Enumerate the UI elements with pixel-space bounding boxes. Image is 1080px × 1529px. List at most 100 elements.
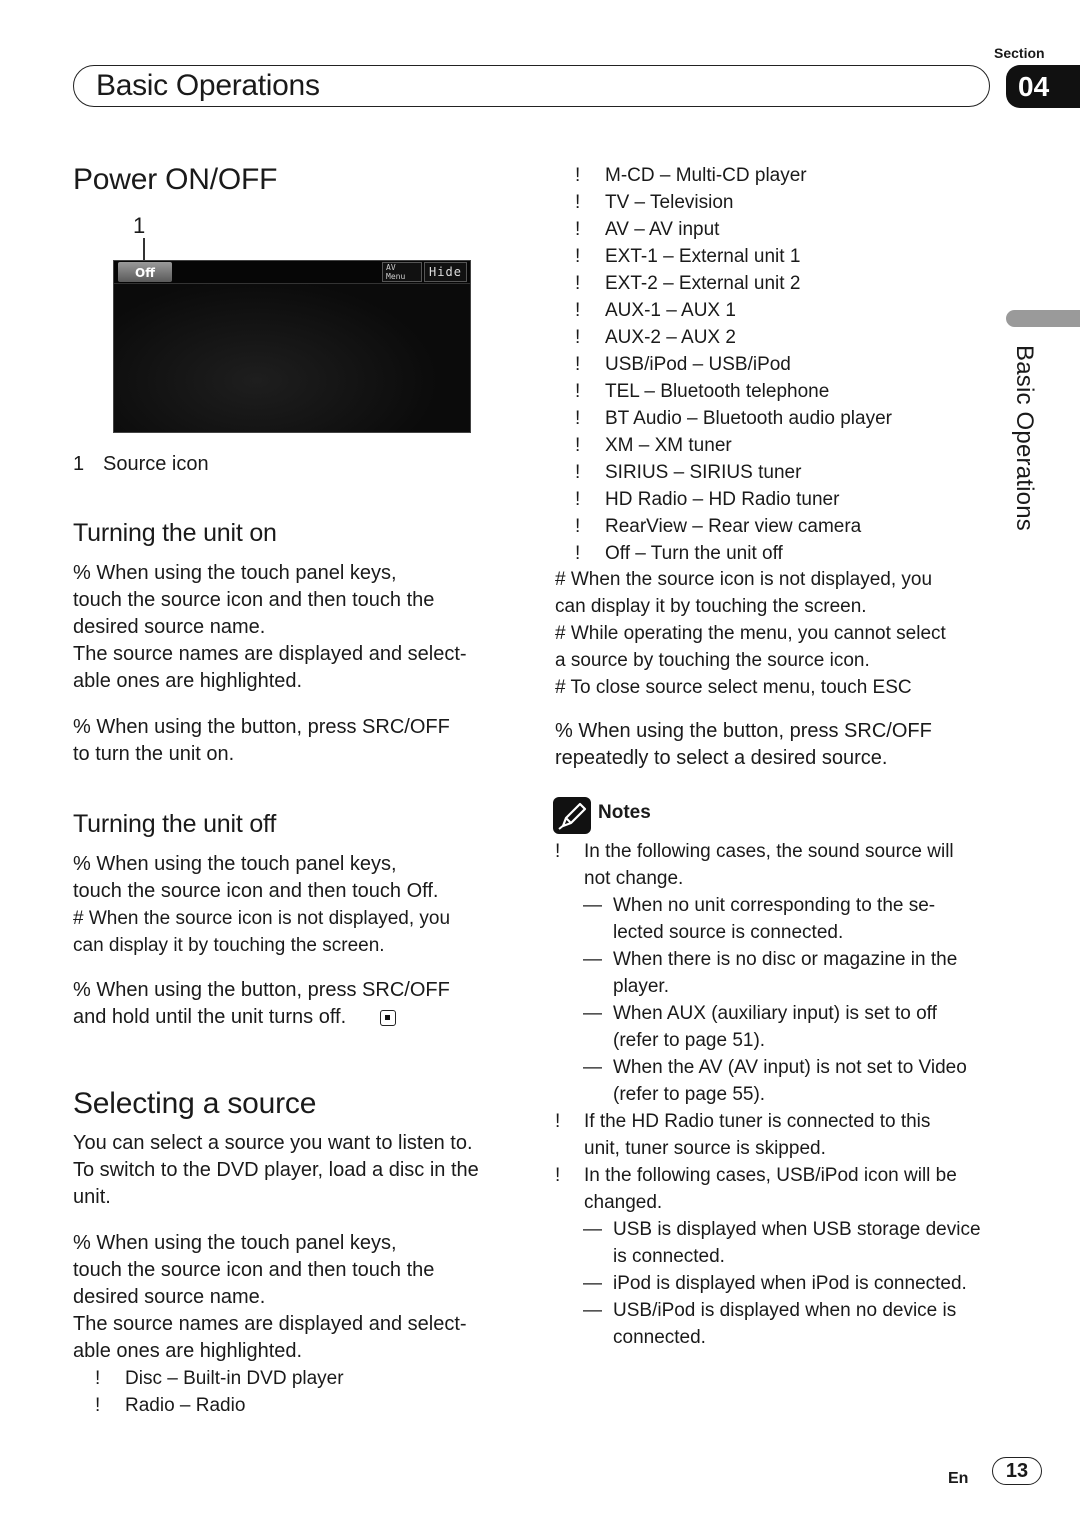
note-line: (refer to page 51). [555,1027,981,1054]
note-line: ! In the following cases, USB/iPod icon w… [555,1162,981,1189]
list-item: ! AUX-2 – AUX 2 [575,324,892,351]
source-hash-notes: # When the source icon is not displayed,… [555,566,946,701]
note-line: not change. [555,865,981,892]
text-line: able ones are highlighted. [73,1340,303,1362]
note-line: — When no unit corresponding to the se- [555,892,981,919]
note-line: lected source is connected. [555,919,981,946]
list-item-text: BT Audio – Bluetooth audio player [605,408,892,429]
dash-mark: — [583,1219,602,1240]
text-line: to turn the unit on. [73,743,235,765]
note-line: — USB is displayed when USB storage devic… [555,1216,981,1243]
power-heading: Power ON/OFF [73,163,278,196]
note-text: unit, tuner source is skipped. [584,1138,826,1159]
note-text: (refer to page 55). [613,1084,766,1105]
bullet-mark: ! [575,354,581,375]
note-text: is connected. [613,1246,725,1267]
note-text: When no unit corresponding to the se- [613,895,936,916]
list-item-text: SIRIUS – SIRIUS tuner [605,462,802,483]
list-item-text: M-CD – Multi-CD player [605,165,807,186]
source-icon-off-button[interactable]: Off [118,262,172,282]
text-line: # When the source icon is not displayed,… [555,569,933,590]
note-line: (refer to page 55). [555,1081,981,1108]
section-label: Section [994,45,1045,61]
note-text: When AUX (auxiliary input) is set to off [613,1003,937,1024]
end-of-section-icon [380,1009,397,1026]
bullet-mark: ! [575,462,581,483]
page-title: Basic Operations [96,69,320,102]
text-line: a source by touching the source icon. [555,650,870,671]
av-menu-button[interactable]: AV Menu [382,262,422,282]
unit-screen-illustration: Off AV Menu Hide [113,260,471,433]
list-item: ! XM – XM tuner [575,432,892,459]
hide-button[interactable]: Hide [424,262,467,282]
list-item-text: TEL – Bluetooth telephone [605,381,830,402]
select-source-button-instructions: % When using the button, press SRC/OFF r… [555,718,932,772]
list-item: ! AV – AV input [575,216,892,243]
text-line: The source names are displayed and selec… [73,643,467,665]
turn-on-button-instructions: % When using the button, press SRC/OFF t… [73,714,450,768]
note-line: — USB/iPod is displayed when no device is [555,1297,981,1324]
list-item-text: XM – XM tuner [605,435,732,456]
text-line: unit. [73,1186,111,1208]
list-item: ! AUX-1 – AUX 1 [575,297,892,324]
list-item: ! EXT-1 – External unit 1 [575,243,892,270]
text-line: You can select a source you want to list… [73,1132,473,1154]
note-text: iPod is displayed when iPod is connected… [613,1273,967,1294]
text-line: To switch to the DVD player, load a disc… [73,1159,479,1181]
note-line: player. [555,973,981,1000]
dash-mark: — [583,1057,602,1078]
note-text: In the following cases, USB/iPod icon wi… [584,1165,957,1186]
caption-number: 1 [73,453,85,475]
list-item: ! Radio – Radio [95,1392,344,1419]
side-thumb-tab [1006,310,1080,327]
bullet-mark: ! [575,192,581,213]
list-item: ! TEL – Bluetooth telephone [575,378,892,405]
turn-off-heading: Turning the unit off [73,810,277,838]
text-line: The source names are displayed and selec… [73,1313,467,1335]
note-text: player. [613,976,669,997]
list-item-text: AV – AV input [605,219,720,240]
list-item-text: Off – Turn the unit off [605,543,783,564]
text-line: touch the source icon and then touch the [73,589,435,611]
select-source-intro: You can select a source you want to list… [73,1130,479,1211]
caption-text: Source icon [103,453,209,475]
text-line: # When the source icon is not displayed,… [73,908,451,929]
text-line: % When using the touch panel keys, [73,1232,397,1254]
list-item-text: TV – Television [605,192,734,213]
bullet-mark: ! [575,489,581,510]
list-item-text: HD Radio – HD Radio tuner [605,489,840,510]
select-source-touch-instructions: % When using the touch panel keys, touch… [73,1230,467,1365]
note-text: If the HD Radio tuner is connected to th… [584,1111,931,1132]
section-number-tab: 04 [1006,65,1080,108]
text-line: touch the source icon and then touch the [73,1259,435,1281]
notes-heading: Notes [598,802,651,823]
list-item: ! BT Audio – Bluetooth audio player [575,405,892,432]
note-line: unit, tuner source is skipped. [555,1135,981,1162]
text-line: % When using the button, press SRC/OFF [73,979,450,1001]
list-item: ! RearView – Rear view camera [575,513,892,540]
turn-on-touch-instructions: % When using the touch panel keys, touch… [73,560,467,695]
text-line: touch the source icon and then touch Off… [73,880,439,902]
text-line: can display it by touching the screen. [73,935,385,956]
list-item-text: RearView – Rear view camera [605,516,862,537]
list-item-text: AUX-1 – AUX 1 [605,300,736,321]
dash-mark: — [583,895,602,916]
note-line: is connected. [555,1243,981,1270]
list-item-text: Disc – Built-in DVD player [125,1368,344,1389]
bullet-mark: ! [575,273,581,294]
note-text: not change. [584,868,684,889]
bullet-mark: ! [555,841,561,862]
list-item-text: EXT-2 – External unit 2 [605,273,801,294]
bullet-mark: ! [575,381,581,402]
note-text: lected source is connected. [613,922,844,943]
note-line: — When the AV (AV input) is not set to Vi… [555,1054,981,1081]
text-line: # While operating the menu, you cannot s… [555,623,946,644]
text-line: % When using the touch panel keys, [73,853,397,875]
text-line: % When using the button, press SRC/OFF [73,716,450,738]
note-text: When there is no disc or magazine in the [613,949,958,970]
list-item-text: EXT-1 – External unit 1 [605,246,801,267]
note-text: USB is displayed when USB storage device [613,1219,981,1240]
page-number: 13 [992,1457,1042,1485]
list-item: ! Disc – Built-in DVD player [95,1365,344,1392]
bullet-mark: ! [575,543,581,564]
